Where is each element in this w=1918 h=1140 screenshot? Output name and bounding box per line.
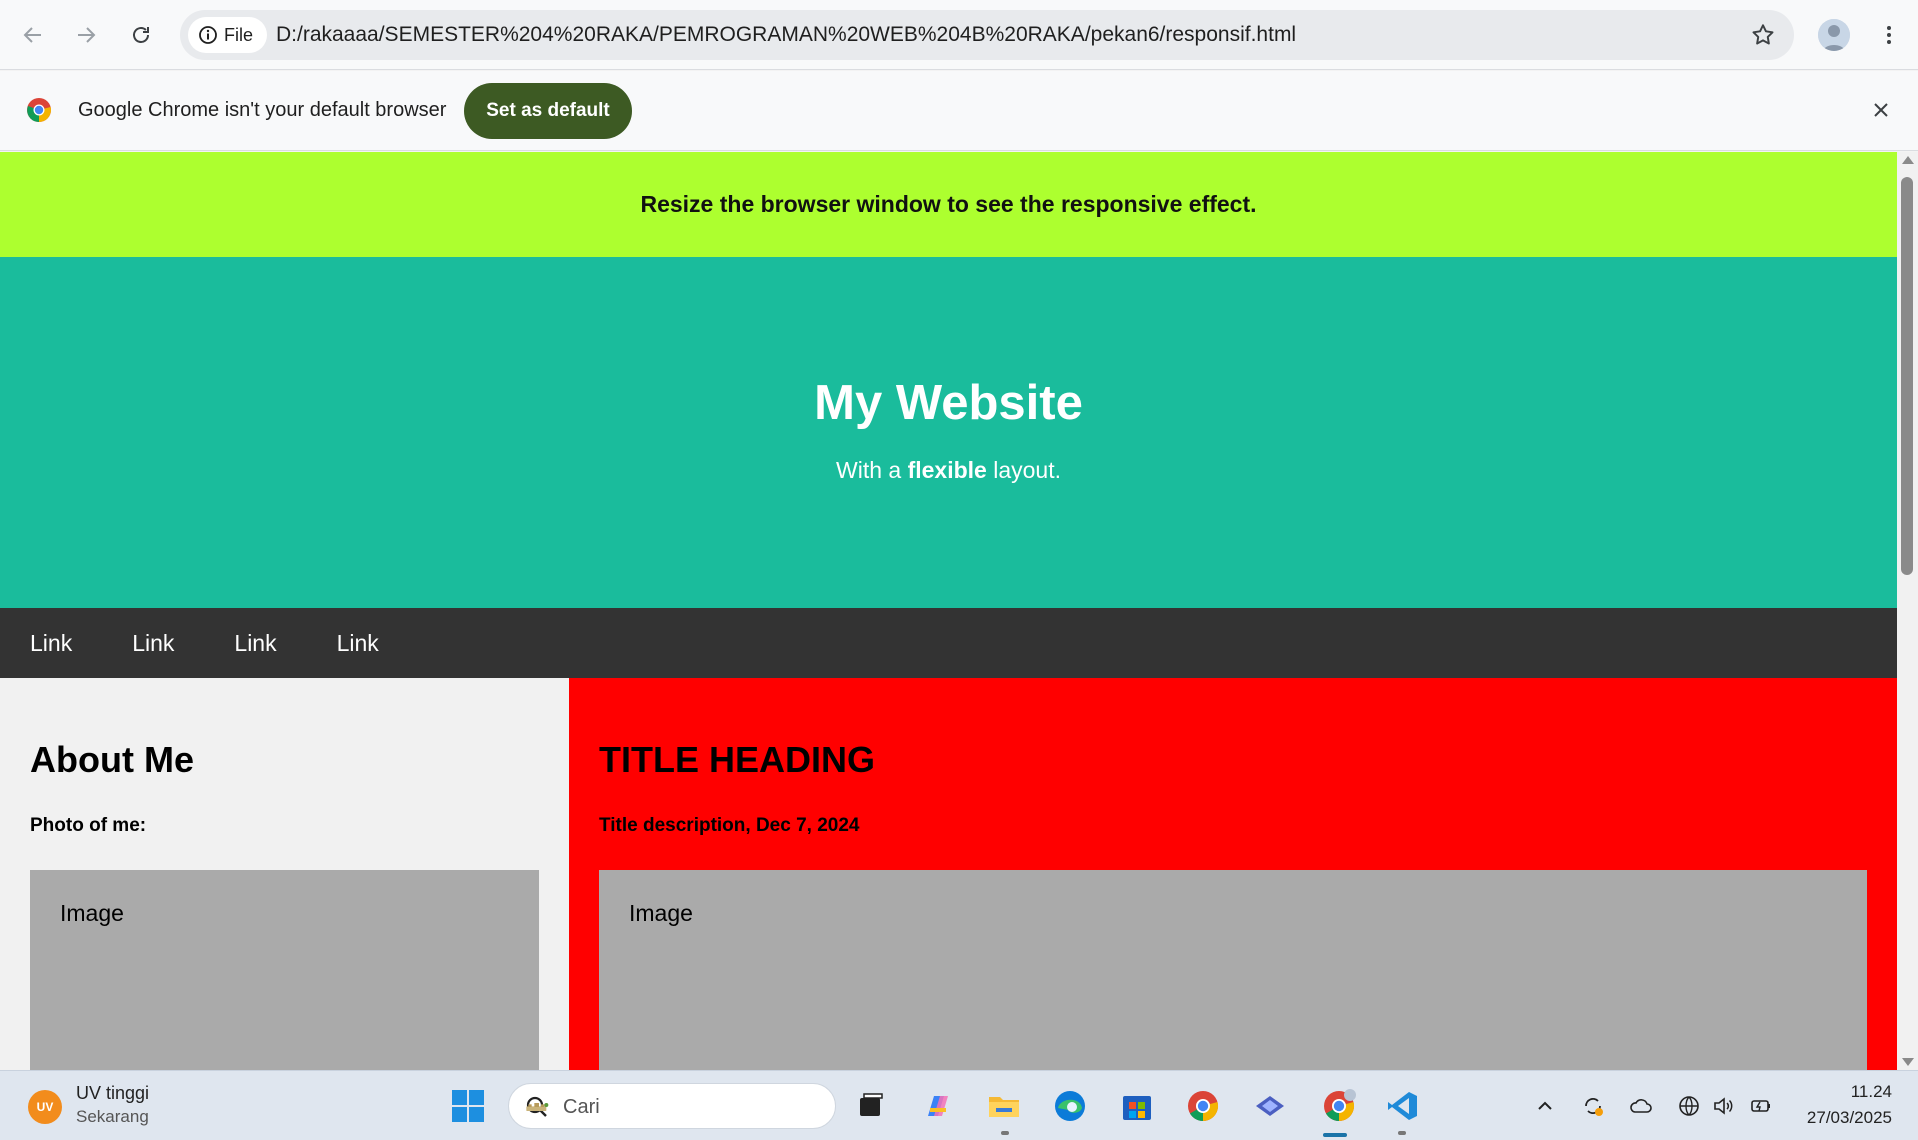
site-navbar: Link Link Link Link (0, 608, 1897, 678)
page-viewport: Resize the browser window to see the res… (0, 152, 1897, 1070)
nav-link-3[interactable]: Link (204, 608, 306, 678)
profile-icon (1818, 19, 1850, 51)
cloud-icon (1630, 1099, 1652, 1113)
vscode-running-indicator (1398, 1131, 1406, 1135)
main-column: TITLE HEADING Title description, Dec 7, … (569, 678, 1897, 1070)
copilot-button[interactable] (918, 1086, 958, 1126)
store-button[interactable] (1117, 1086, 1157, 1126)
battery-tray-button[interactable] (1748, 1093, 1774, 1119)
clock-date[interactable]: 27/03/2025 (1796, 1108, 1892, 1128)
weather-subtitle[interactable]: Sekarang (76, 1107, 149, 1127)
volume-tray-button[interactable] (1710, 1093, 1736, 1119)
chevron-up-icon (1538, 1101, 1552, 1110)
profile-avatar[interactable] (1818, 19, 1850, 51)
site-header: My Website With a flexible layout. (0, 257, 1897, 608)
chrome-logo-icon (27, 98, 51, 122)
chrome-icon (1188, 1091, 1219, 1121)
search-placeholder: Cari (563, 1096, 600, 1118)
folder-icon (989, 1097, 1019, 1117)
more-vert-icon (1887, 26, 1891, 44)
battery-charging-icon (1751, 1100, 1770, 1112)
reload-icon (133, 27, 149, 43)
default-browser-infobar: Google Chrome isn't your default browser… (0, 71, 1918, 151)
weather-title[interactable]: UV tinggi (76, 1083, 149, 1104)
main-heading: TITLE HEADING (599, 739, 875, 780)
page-scrollbar[interactable] (1897, 152, 1918, 1070)
start-button[interactable] (448, 1086, 488, 1126)
site-title: My Website (814, 376, 1083, 430)
file-explorer-button[interactable] (984, 1086, 1024, 1126)
chrome-active-indicator (1323, 1133, 1347, 1137)
content-row: About Me Photo of me: Image TITLE HEADIN… (0, 678, 1897, 1070)
speaker-icon (1714, 1097, 1733, 1115)
task-view-icon (860, 1093, 883, 1116)
copilot-icon (928, 1096, 948, 1116)
chrome-menu-button[interactable] (1874, 20, 1904, 50)
nav-link-1[interactable]: Link (0, 608, 102, 678)
chrome-profile-icon (1324, 1089, 1356, 1121)
app-taskbar-button[interactable] (1250, 1086, 1290, 1126)
nav-link-4[interactable]: Link (307, 608, 409, 678)
main-image-placeholder: Image (599, 870, 1867, 1070)
store-icon (1123, 1096, 1151, 1120)
info-icon (199, 26, 217, 44)
subtitle-bold: flexible (907, 457, 987, 483)
side-subheading: Photo of me: (30, 815, 147, 836)
app-diamond-icon (1256, 1096, 1284, 1116)
site-subtitle: With a flexible layout. (0, 457, 1897, 484)
set-default-button[interactable]: Set as default (464, 83, 632, 139)
search-highlight-icon (526, 1103, 549, 1111)
origin-chip-label: File (224, 24, 254, 45)
network-tray-button[interactable] (1676, 1093, 1702, 1119)
infobar-message: Google Chrome isn't your default browser (78, 99, 447, 121)
chrome-taskbar-button[interactable] (1183, 1086, 1223, 1126)
site-info-chip[interactable]: File (188, 17, 268, 53)
windows-logo-icon (452, 1090, 484, 1122)
scroll-up-arrow-icon[interactable] (1902, 156, 1914, 164)
taskbar-search[interactable]: Cari (508, 1083, 836, 1129)
edge-button[interactable] (1050, 1086, 1090, 1126)
url-text[interactable]: D:/rakaaaa/SEMESTER%204%20RAKA/PEMROGRAM… (276, 23, 1296, 47)
arrow-left-icon (23, 27, 41, 43)
infobar-close-button[interactable] (1866, 95, 1896, 125)
scroll-down-arrow-icon[interactable] (1902, 1058, 1914, 1066)
nav-link-2[interactable]: Link (102, 608, 204, 678)
forward-button[interactable] (66, 15, 106, 55)
browser-toolbar: File D:/rakaaaa/SEMESTER%204%20RAKA/PEMR… (0, 0, 1918, 70)
arrow-right-icon (78, 27, 96, 43)
globe-icon (1679, 1096, 1699, 1116)
bookmark-star-icon[interactable] (1750, 22, 1776, 48)
clock-time[interactable]: 11.24 (1842, 1082, 1892, 1102)
file-explorer-running-indicator (1001, 1131, 1009, 1135)
subtitle-pre: With a (836, 457, 908, 483)
onedrive-tray-button[interactable] (1628, 1093, 1654, 1119)
responsive-notice: Resize the browser window to see the res… (0, 152, 1897, 257)
show-hidden-icons-button[interactable] (1532, 1093, 1558, 1119)
back-button[interactable] (13, 15, 53, 55)
side-heading: About Me (30, 739, 194, 780)
side-image-placeholder: Image (30, 870, 539, 1070)
address-bar[interactable]: File D:/rakaaaa/SEMESTER%204%20RAKA/PEMR… (180, 10, 1794, 60)
weather-uv-icon[interactable]: UV (28, 1090, 62, 1124)
edge-icon (1055, 1091, 1085, 1121)
windows-taskbar: UV UV tinggi Sekarang Cari 11.24 27/03/2… (0, 1070, 1918, 1140)
chrome-profile-taskbar-button[interactable] (1315, 1086, 1363, 1126)
vscode-button[interactable] (1382, 1086, 1422, 1126)
reload-button[interactable] (121, 15, 161, 55)
scrollbar-thumb[interactable] (1901, 177, 1913, 575)
sync-warning-icon (1585, 1098, 1603, 1116)
vscode-icon (1388, 1092, 1417, 1120)
close-icon (1874, 103, 1888, 117)
task-view-button[interactable] (850, 1086, 890, 1126)
main-subheading: Title description, Dec 7, 2024 (599, 815, 860, 836)
subtitle-post: layout. (986, 457, 1061, 483)
sync-tray-button[interactable] (1580, 1093, 1606, 1119)
side-column: About Me Photo of me: Image (0, 678, 569, 1070)
